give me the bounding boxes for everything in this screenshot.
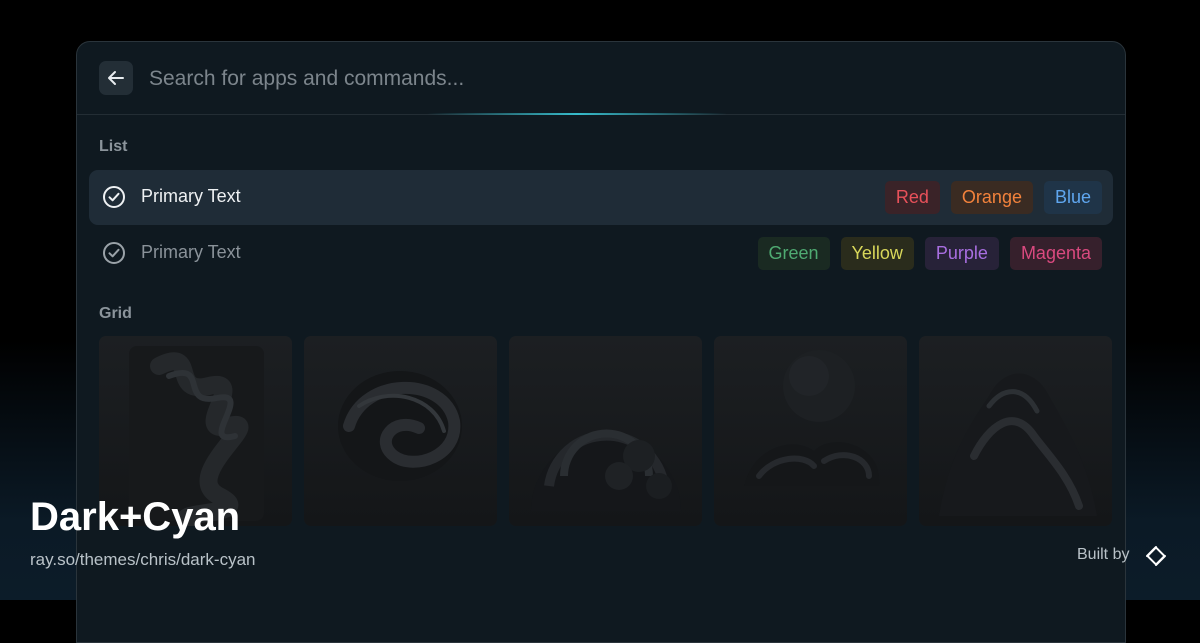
grid-item[interactable] bbox=[919, 336, 1112, 526]
grid-item[interactable] bbox=[304, 336, 497, 526]
list-item-label: Primary Text bbox=[141, 186, 241, 206]
list-section-title: List bbox=[99, 138, 128, 155]
tag-group: Green Yellow Purple Magenta bbox=[757, 237, 1102, 270]
grid-section-title: Grid bbox=[99, 305, 132, 322]
search-bar bbox=[77, 42, 1125, 115]
tag-yellow: Yellow bbox=[840, 237, 914, 270]
image-grid bbox=[99, 336, 1112, 526]
list-item[interactable]: Primary Text Red Orange Blue bbox=[89, 170, 1113, 225]
search-focus-glow bbox=[427, 113, 727, 115]
sphere-sculpture-image bbox=[531, 429, 681, 511]
arrow-left-icon bbox=[108, 71, 124, 85]
back-button[interactable] bbox=[99, 61, 133, 95]
checkmark-circle-icon bbox=[103, 242, 125, 264]
built-by-label: Built by bbox=[1077, 546, 1130, 563]
grid-item[interactable] bbox=[714, 336, 907, 526]
theme-url[interactable]: ray.so/themes/chris/dark-cyan bbox=[30, 550, 255, 570]
tag-red: Red bbox=[884, 181, 940, 214]
tag-blue: Blue bbox=[1043, 181, 1102, 214]
tag-green: Green bbox=[757, 237, 830, 270]
tag-magenta: Magenta bbox=[1009, 237, 1102, 270]
grid-item[interactable] bbox=[509, 336, 702, 526]
search-input[interactable] bbox=[147, 62, 851, 96]
raycast-logo-icon[interactable] bbox=[1143, 543, 1169, 569]
checkmark-circle-icon bbox=[103, 186, 125, 208]
theme-title: Dark+Cyan bbox=[30, 495, 241, 539]
list-item-label: Primary Text bbox=[141, 242, 241, 262]
rock-sculpture-image bbox=[939, 373, 1097, 516]
swirl-sculpture-image bbox=[338, 371, 462, 481]
tag-group: Red Orange Blue bbox=[884, 181, 1102, 214]
list-item[interactable]: Primary Text Green Yellow Purple Magenta bbox=[89, 226, 1113, 281]
tag-purple: Purple bbox=[924, 237, 999, 270]
orb-clouds-sculpture-image bbox=[744, 350, 880, 486]
tag-orange: Orange bbox=[950, 181, 1033, 214]
